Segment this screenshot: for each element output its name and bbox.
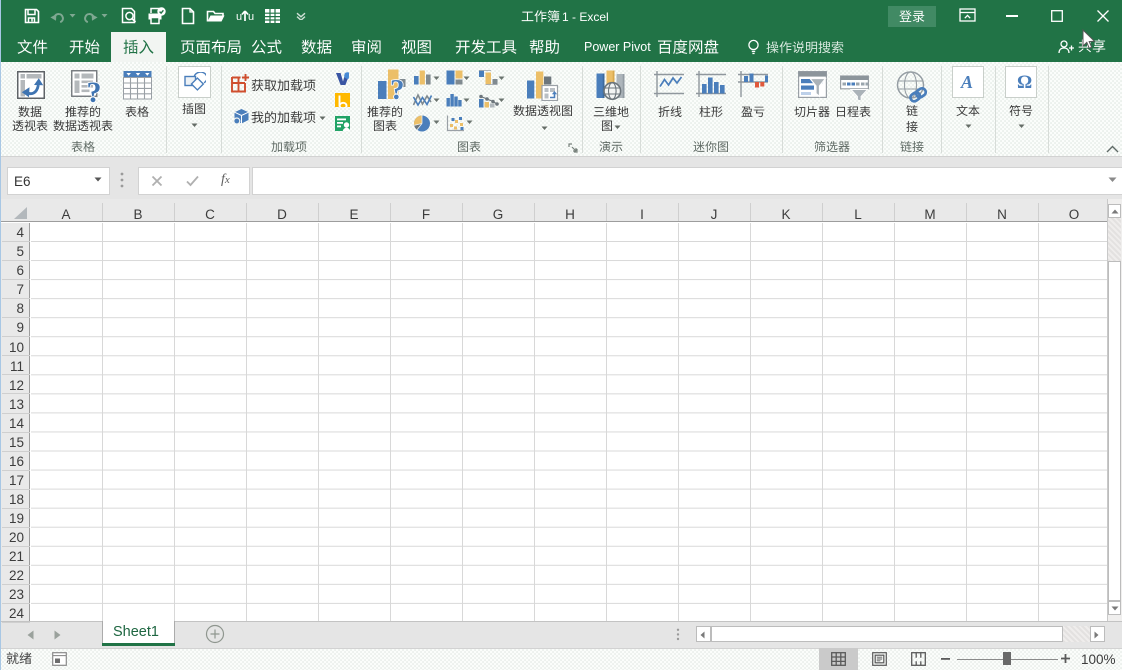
svg-text:u: u	[236, 11, 242, 23]
svg-text:?: ?	[390, 74, 405, 100]
svg-text:?: ?	[87, 76, 102, 104]
svg-text:u: u	[248, 11, 254, 23]
